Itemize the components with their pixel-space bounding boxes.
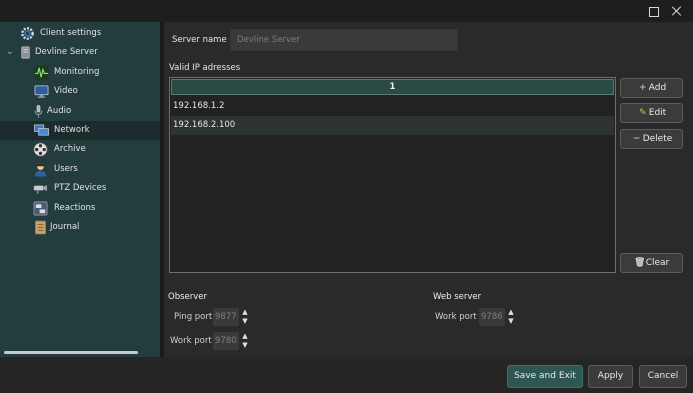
film-reel-icon bbox=[33, 142, 48, 157]
web-server-title: Web server bbox=[433, 292, 482, 302]
server-icon bbox=[21, 46, 30, 59]
tree-item-label: Archive bbox=[54, 144, 86, 154]
tree-item-label: PTZ Devices bbox=[54, 183, 107, 193]
tree-item-network[interactable]: Network bbox=[0, 121, 160, 140]
table-column-header[interactable]: 1 bbox=[171, 79, 614, 95]
valid-ip-title: Valid IP adresses bbox=[169, 63, 241, 73]
maximize-icon[interactable] bbox=[645, 3, 661, 19]
tree-item-label: Monitoring bbox=[54, 67, 100, 77]
spin-up-icon[interactable]: ▲ bbox=[241, 308, 249, 317]
microphone-icon bbox=[34, 104, 43, 118]
delete-button[interactable]: − Delete bbox=[620, 129, 683, 149]
tree-item-devline-server[interactable]: ⌄ Devline Server bbox=[0, 43, 160, 62]
ping-port-label: Ping port bbox=[174, 312, 213, 322]
monitor-icon bbox=[34, 85, 49, 98]
tree-item-label: Network bbox=[54, 125, 90, 135]
save-and-exit-button[interactable]: Save and Exit bbox=[507, 365, 583, 388]
tree-item-journal[interactable]: Journal bbox=[0, 218, 160, 237]
tree-item-label: Reactions bbox=[54, 203, 96, 213]
work-port-spinbox[interactable]: 9780 ▲ ▼ bbox=[213, 332, 249, 350]
minus-icon: − bbox=[632, 134, 641, 144]
spin-down-icon[interactable]: ▼ bbox=[507, 317, 515, 326]
journal-icon bbox=[35, 220, 46, 235]
ping-port-spinbox[interactable]: 9877 ▲ ▼ bbox=[213, 308, 249, 326]
table-row[interactable]: 192.168.2.100 bbox=[171, 116, 614, 135]
tree-item-audio[interactable]: Audio bbox=[0, 102, 160, 121]
spin-up-icon[interactable]: ▲ bbox=[241, 332, 249, 341]
ping-port-value[interactable]: 9877 bbox=[213, 308, 239, 326]
tree-item-label: Devline Server bbox=[35, 47, 98, 57]
tree-item-video[interactable]: Video bbox=[0, 82, 160, 101]
tree-item-label: Audio bbox=[47, 106, 72, 116]
server-name-input[interactable]: Devline Server bbox=[230, 29, 458, 51]
monitoring-icon bbox=[34, 65, 49, 80]
server-name-label: Server name bbox=[172, 35, 227, 45]
add-button[interactable]: + Add bbox=[620, 78, 683, 98]
gear-icon bbox=[21, 27, 34, 40]
tree-item-monitoring[interactable]: Monitoring bbox=[0, 63, 160, 82]
eraser-icon: 🗑 bbox=[634, 258, 646, 268]
tree-item-ptz-devices[interactable]: PTZ Devices bbox=[0, 179, 160, 198]
tree-item-label: Client settings bbox=[40, 28, 102, 38]
observer-title: Observer bbox=[168, 292, 207, 302]
web-work-port-value[interactable]: 9786 bbox=[479, 308, 505, 326]
apply-button[interactable]: Apply bbox=[588, 365, 633, 388]
tree-item-reactions[interactable]: Reactions bbox=[0, 199, 160, 218]
collapse-icon[interactable]: ⌄ bbox=[6, 45, 16, 59]
tree-item-users[interactable]: Users bbox=[0, 160, 160, 179]
horizontal-scrollbar[interactable] bbox=[4, 351, 138, 354]
reactions-icon bbox=[33, 201, 48, 216]
clear-label: Clear bbox=[645, 258, 670, 268]
tree-item-archive[interactable]: Archive bbox=[0, 140, 160, 159]
web-work-port-spinbox[interactable]: 9786 ▲ ▼ bbox=[479, 308, 515, 326]
settings-tree: Client settings ⌄ Devline Server Monitor… bbox=[0, 22, 160, 357]
work-port-label: Work port bbox=[170, 336, 212, 346]
table-row[interactable]: 192.168.1.2 bbox=[171, 97, 614, 116]
network-icon bbox=[34, 124, 49, 136]
ptz-camera-icon bbox=[33, 185, 48, 194]
valid-ip-table[interactable]: 1 192.168.1.2 192.168.2.100 bbox=[169, 77, 616, 273]
user-icon bbox=[34, 163, 47, 177]
pencil-icon: ✎ bbox=[639, 108, 647, 118]
tree-item-label: Video bbox=[54, 86, 78, 96]
title-bar bbox=[0, 0, 693, 22]
spin-up-icon[interactable]: ▲ bbox=[507, 308, 515, 317]
spin-down-icon[interactable]: ▼ bbox=[241, 317, 249, 326]
delete-label: Delete bbox=[642, 134, 673, 144]
tree-item-label: Users bbox=[54, 164, 78, 174]
tree-item-client-settings[interactable]: Client settings bbox=[0, 24, 160, 43]
add-label: Add bbox=[648, 83, 667, 93]
spin-down-icon[interactable]: ▼ bbox=[241, 341, 249, 350]
edit-label: Edit bbox=[648, 108, 667, 118]
edit-button[interactable]: ✎ Edit bbox=[620, 103, 683, 123]
clear-button[interactable]: 🗑Clear bbox=[620, 253, 683, 273]
tree-item-label: Journal bbox=[50, 222, 80, 232]
web-work-port-label: Work port bbox=[435, 312, 477, 322]
cancel-button[interactable]: Cancel bbox=[639, 365, 687, 388]
work-port-value[interactable]: 9780 bbox=[213, 332, 239, 350]
plus-icon: + bbox=[639, 83, 647, 93]
close-icon[interactable] bbox=[669, 3, 685, 19]
